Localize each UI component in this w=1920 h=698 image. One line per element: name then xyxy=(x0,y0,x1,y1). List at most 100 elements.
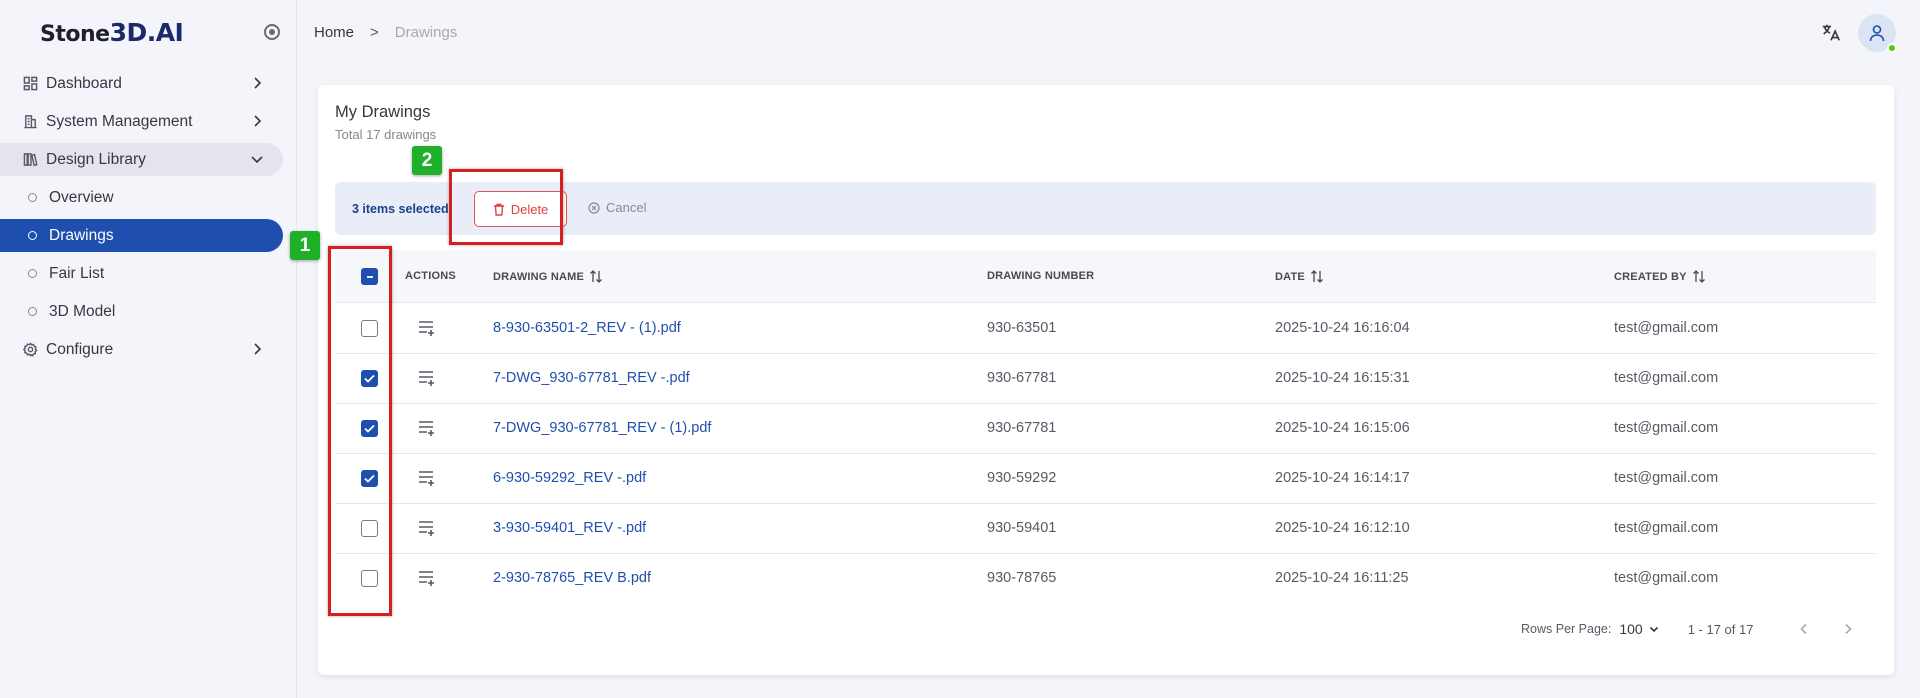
sidebar-item-overview[interactable]: Overview xyxy=(0,181,283,214)
table-row[interactable]: 6-930-59292_REV -.pdf 930-59292 2025-10-… xyxy=(335,454,1876,504)
brand-name-part1: Stone xyxy=(40,21,110,47)
gear-icon xyxy=(22,342,38,358)
chevron-left-icon[interactable] xyxy=(1797,622,1811,636)
building-icon xyxy=(22,114,38,130)
row-actions-icon[interactable] xyxy=(417,419,437,437)
avatar[interactable] xyxy=(1858,14,1897,53)
row-actions-icon[interactable] xyxy=(417,569,437,587)
drawing-name-link[interactable]: 7-DWG_930-67781_REV -.pdf xyxy=(493,370,690,386)
logo-row: Stone3D.AI xyxy=(0,0,296,64)
sidebar-item-label: Fair List xyxy=(49,264,105,282)
row-actions-icon[interactable] xyxy=(417,319,437,337)
table-row[interactable]: 3-930-59401_REV -.pdf 930-59401 2025-10-… xyxy=(335,504,1876,554)
drawing-name-link[interactable]: 2-930-78765_REV B.pdf xyxy=(493,570,651,586)
column-header-drawing-number: DRAWING NUMBER xyxy=(987,270,1094,282)
column-header-actions: ACTIONS xyxy=(405,270,456,282)
drawing-date: 2025-10-24 16:11:25 xyxy=(1275,570,1409,586)
row-actions-icon[interactable] xyxy=(417,519,437,537)
drawing-date: 2025-10-24 16:12:10 xyxy=(1275,520,1410,536)
sidebar-item-3d-model[interactable]: 3D Model xyxy=(0,295,283,328)
drawing-name-link[interactable]: 8-930-63501-2_REV - (1).pdf xyxy=(493,320,681,336)
sidebar-item-label: Overview xyxy=(49,188,114,206)
brand-logo[interactable]: Stone3D.AI xyxy=(40,17,184,47)
drawing-date: 2025-10-24 16:14:17 xyxy=(1275,470,1410,486)
column-header-label: DATE xyxy=(1275,270,1305,283)
sidebar-pin-icon[interactable] xyxy=(264,24,280,40)
column-header-label: DRAWING NUMBER xyxy=(987,270,1095,282)
drawing-number: 930-78765 xyxy=(987,570,1057,586)
selection-count: 3 items selected xyxy=(352,201,449,216)
sidebar-item-fair-list[interactable]: Fair List xyxy=(0,257,283,290)
row-actions-icon[interactable] xyxy=(417,369,437,387)
user-icon xyxy=(1869,25,1885,42)
created-by: test@gmail.com xyxy=(1614,570,1719,586)
cancel-button[interactable]: Cancel xyxy=(588,200,646,215)
sort-icon xyxy=(590,270,602,283)
circle-icon xyxy=(28,193,37,202)
sidebar-item-drawings[interactable]: Drawings xyxy=(0,219,283,252)
sort-icon xyxy=(1310,270,1323,283)
circle-icon xyxy=(28,231,37,240)
column-header-created-by[interactable]: CREATED BY xyxy=(1614,270,1706,283)
table-row[interactable]: 2-930-78765_REV B.pdf 930-78765 2025-10-… xyxy=(335,554,1876,604)
cancel-button-label: Cancel xyxy=(606,200,647,215)
sort-icon xyxy=(1692,270,1705,283)
dashboard-icon xyxy=(22,76,38,92)
selection-bar: 3 items selected Delete Cancel xyxy=(335,182,1876,235)
breadcrumb: Home > Drawings xyxy=(314,24,457,41)
column-header-drawing-name[interactable]: DRAWING NAME xyxy=(493,270,603,283)
row-actions-icon[interactable] xyxy=(417,469,437,487)
table-row[interactable]: 7-DWG_930-67781_REV -.pdf 930-67781 2025… xyxy=(335,354,1876,404)
page-subtitle: Total 17 drawings xyxy=(335,127,437,142)
circle-icon xyxy=(28,307,37,316)
translate-icon[interactable] xyxy=(1820,22,1842,44)
rows-per-page-select[interactable]: 100 xyxy=(1619,621,1659,637)
sidebar-item-label: Dashboard xyxy=(46,74,122,92)
annotation-box-1 xyxy=(328,246,392,616)
breadcrumb-home[interactable]: Home xyxy=(314,24,354,41)
drawing-number: 930-67781 xyxy=(987,370,1057,386)
drawing-number: 930-67781 xyxy=(987,420,1057,436)
created-by: test@gmail.com xyxy=(1614,470,1719,486)
chevron-right-icon xyxy=(254,115,262,127)
rows-per-page-label: Rows Per Page: xyxy=(1521,622,1612,636)
created-by: test@gmail.com xyxy=(1614,420,1719,436)
drawing-name-link[interactable]: 7-DWG_930-67781_REV - (1).pdf xyxy=(493,420,711,436)
sidebar-item-label: Configure xyxy=(46,340,114,358)
sidebar-item-label: System Management xyxy=(46,112,193,130)
annotation-box-2 xyxy=(449,169,563,245)
chevron-down-icon xyxy=(251,156,263,164)
column-header-label: CREATED BY xyxy=(1614,270,1687,283)
brand-name-part2: 3D.AI xyxy=(109,17,184,47)
sidebar-item-design-library[interactable]: Design Library xyxy=(0,143,283,176)
column-header-date[interactable]: DATE xyxy=(1275,270,1324,283)
online-status-dot xyxy=(1887,43,1897,53)
sidebar-item-dashboard[interactable]: Dashboard xyxy=(0,67,283,100)
sidebar-item-label: 3D Model xyxy=(49,302,116,320)
table-row[interactable]: 7-DWG_930-67781_REV - (1).pdf 930-67781 … xyxy=(335,404,1876,454)
circle-icon xyxy=(28,269,37,278)
table-row[interactable]: 8-930-63501-2_REV - (1).pdf 930-63501 20… xyxy=(335,304,1876,354)
library-icon xyxy=(22,152,38,168)
sidebar-item-configure[interactable]: Configure xyxy=(0,333,283,366)
column-header-label: ACTIONS xyxy=(405,270,456,282)
drawing-name-link[interactable]: 6-930-59292_REV -.pdf xyxy=(493,470,646,486)
chevron-right-icon xyxy=(254,343,262,355)
pagination: Rows Per Page: 100 1 - 17 of 17 xyxy=(1521,621,1855,637)
topbar: Home > Drawings xyxy=(297,0,1920,64)
drawing-date: 2025-10-24 16:16:04 xyxy=(1275,320,1410,336)
close-circle-icon xyxy=(588,201,600,214)
topbar-actions xyxy=(1820,14,1897,53)
drawing-name-link[interactable]: 3-930-59401_REV -.pdf xyxy=(493,520,646,536)
chevron-right-icon[interactable] xyxy=(1841,622,1855,636)
rows-per-page-value: 100 xyxy=(1619,621,1643,637)
column-header-label: DRAWING NAME xyxy=(493,270,585,283)
chevron-down-icon xyxy=(1649,626,1658,633)
table-header: ACTIONS DRAWING NAME DRAWING NUMBER DATE… xyxy=(335,250,1876,303)
annotation-badge-1: 1 xyxy=(290,231,320,260)
sidebar-item-system-management[interactable]: System Management xyxy=(0,105,283,138)
breadcrumb-current: Drawings xyxy=(394,23,458,41)
drawing-number: 930-63501 xyxy=(987,320,1057,336)
created-by: test@gmail.com xyxy=(1614,320,1719,336)
annotation-badge-2: 2 xyxy=(412,146,442,175)
